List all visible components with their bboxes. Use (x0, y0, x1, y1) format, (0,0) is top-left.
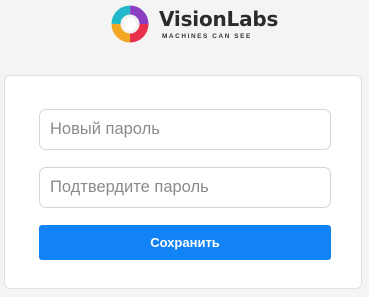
password-reset-card: Сохранить (4, 75, 362, 289)
brand-header: VisionLabs MACHINES CAN SEE (110, 2, 278, 48)
save-button[interactable]: Сохранить (39, 225, 331, 260)
visionlabs-logo-icon (111, 5, 149, 43)
brand-name: VisionLabs (159, 7, 279, 31)
new-password-input[interactable] (39, 109, 331, 150)
confirm-password-input[interactable] (39, 167, 331, 208)
brand-tagline: MACHINES CAN SEE (162, 33, 252, 40)
